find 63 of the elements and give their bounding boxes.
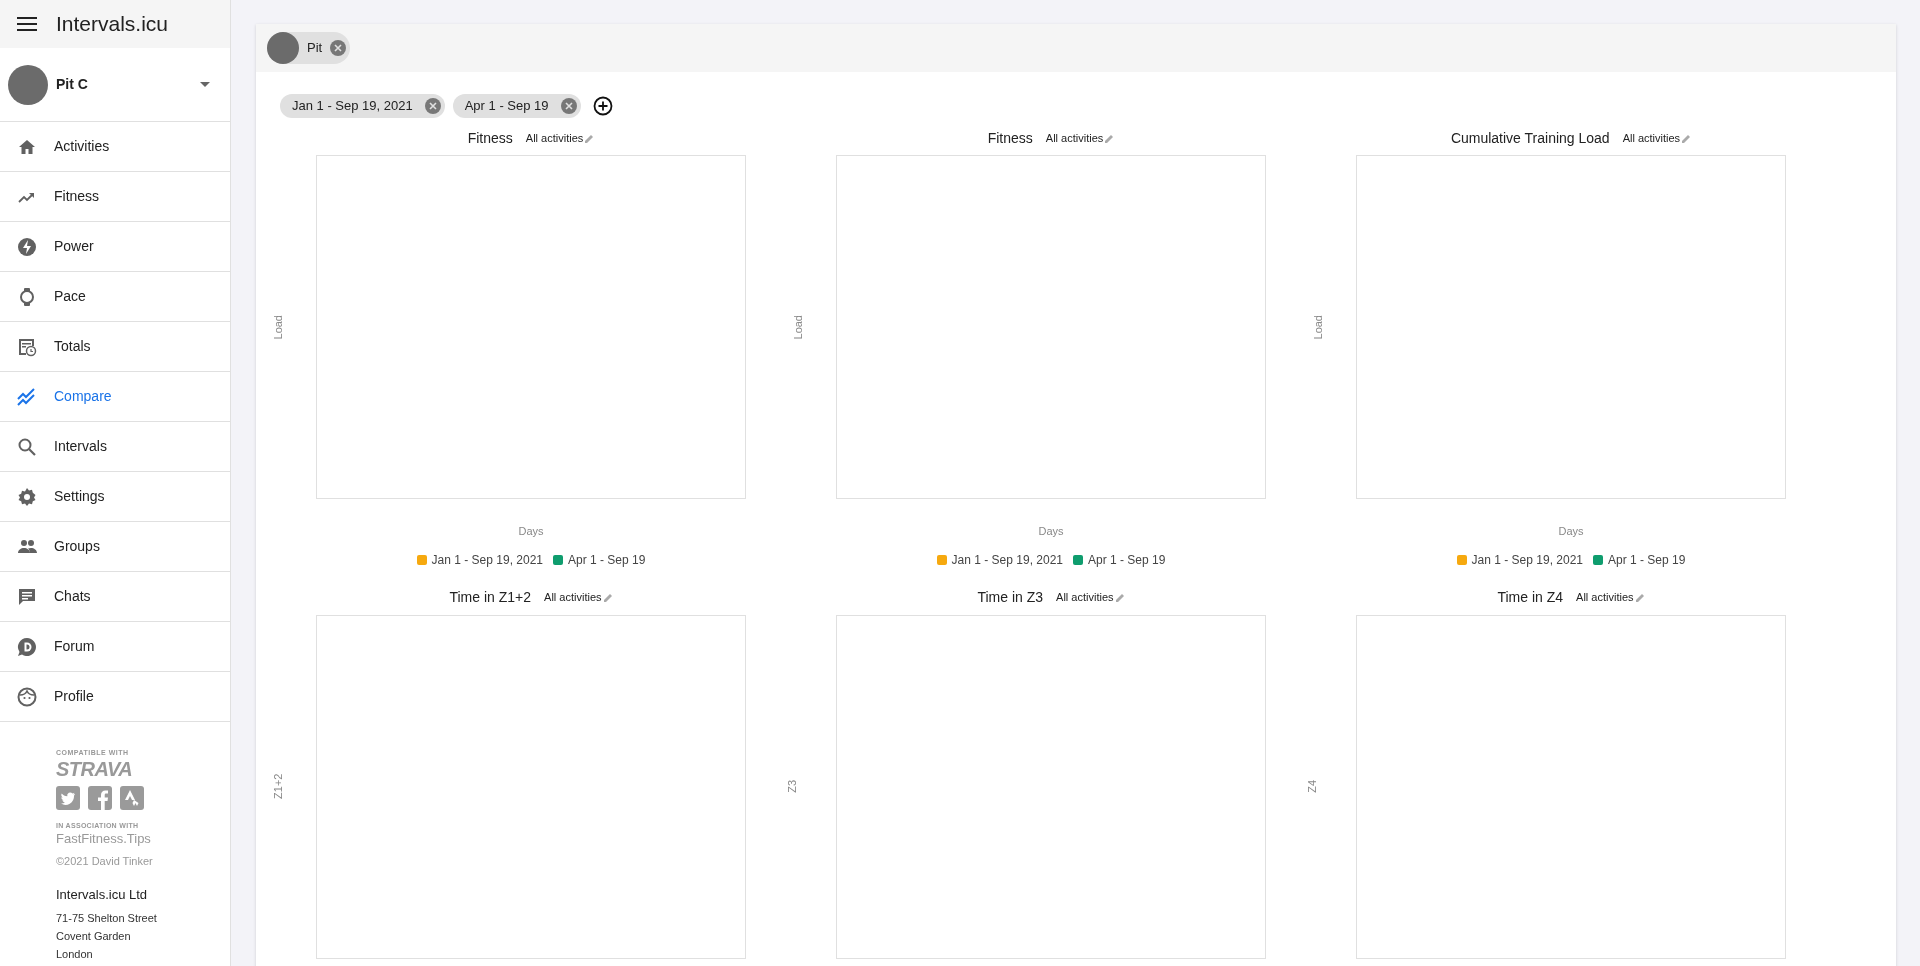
date-range-chip[interactable]: Apr 1 - Sep 19	[452, 94, 581, 118]
axis-label: Z1+2	[271, 773, 286, 800]
filter-button[interactable]: All activities	[1622, 129, 1692, 147]
date-range-chip[interactable]: Jan 1 - Sep 19, 2021	[280, 94, 445, 118]
chevron-peaks-icon[interactable]	[120, 786, 144, 810]
dropdown-caret-icon[interactable]	[200, 82, 210, 87]
lightning-bolt-icon	[17, 236, 37, 257]
legend-label: Jan 1 - Sep 19, 2021	[1471, 551, 1583, 569]
user-name[interactable]: Pit C	[56, 74, 200, 95]
chat-bubble-icon	[17, 586, 37, 607]
legend-label: Apr 1 - Sep 19	[568, 551, 646, 569]
copyright-text: ©2021 David Tinker	[56, 854, 154, 868]
filter-button[interactable]: All activities	[525, 129, 595, 147]
bird-icon[interactable]	[56, 786, 80, 810]
pencil-icon	[1115, 593, 1125, 602]
filter-button[interactable]: All activities	[1045, 129, 1115, 147]
pencil-icon	[603, 593, 613, 602]
legend-label: Apr 1 - Sep 19	[1608, 551, 1686, 569]
axis-label: Days	[518, 524, 544, 539]
axis-label: Z4	[1305, 780, 1320, 793]
pencil-icon	[1682, 133, 1692, 143]
athlete-chip[interactable]: Pit	[267, 32, 351, 64]
double-zigzag-icon	[17, 386, 37, 407]
avatar	[267, 32, 299, 64]
filter-button[interactable]: All activities	[544, 589, 613, 606]
chart-title: Fitness	[987, 128, 1033, 148]
axis-label: Load	[791, 314, 805, 340]
d-bubble-icon	[17, 636, 37, 657]
settings-icon	[17, 486, 37, 507]
chart-title: Cumulative Training Load	[1450, 128, 1610, 148]
chart-title: Time in Z1+2	[449, 588, 532, 607]
axis-label: Days	[1038, 524, 1064, 539]
filter-button[interactable]: All activities	[1056, 589, 1125, 606]
axis-label: Z3	[785, 780, 800, 793]
close-icon[interactable]	[424, 98, 441, 114]
chart-title: Time in Z4	[1497, 588, 1564, 607]
legend-label: Jan 1 - Sep 19, 2021	[431, 551, 543, 569]
pencil-icon	[585, 133, 595, 143]
face-icon	[17, 686, 37, 707]
close-icon[interactable]	[330, 40, 347, 56]
address-line: Covent Garden	[56, 929, 132, 944]
legend-label: Apr 1 - Sep 19	[1088, 551, 1166, 569]
address-line: London	[56, 947, 94, 962]
close-icon[interactable]	[560, 98, 577, 114]
watch-icon	[17, 286, 37, 307]
legend-label: Jan 1 - Sep 19, 2021	[951, 551, 1063, 569]
axis-label: Load	[1311, 314, 1325, 340]
table-clock-icon	[17, 336, 37, 357]
add-icon[interactable]	[592, 96, 613, 116]
pencil-icon	[1105, 133, 1115, 143]
filter-button[interactable]: All activities	[1576, 589, 1645, 606]
search-icon	[17, 436, 37, 457]
axis-label: Load	[271, 314, 285, 340]
f-letter-icon[interactable]	[88, 786, 112, 810]
app-title: Intervals.icu	[56, 11, 169, 38]
address-line: 71-75 Shelton Street	[56, 911, 158, 926]
avatar	[8, 64, 48, 105]
pencil-icon	[1635, 593, 1645, 602]
company-name: Intervals.icu Ltd	[56, 887, 149, 903]
chart-title: Fitness	[467, 128, 513, 148]
menu-icon[interactable]	[17, 17, 37, 31]
axis-label: Days	[1558, 524, 1584, 539]
chart-title: Time in Z3	[977, 588, 1044, 607]
